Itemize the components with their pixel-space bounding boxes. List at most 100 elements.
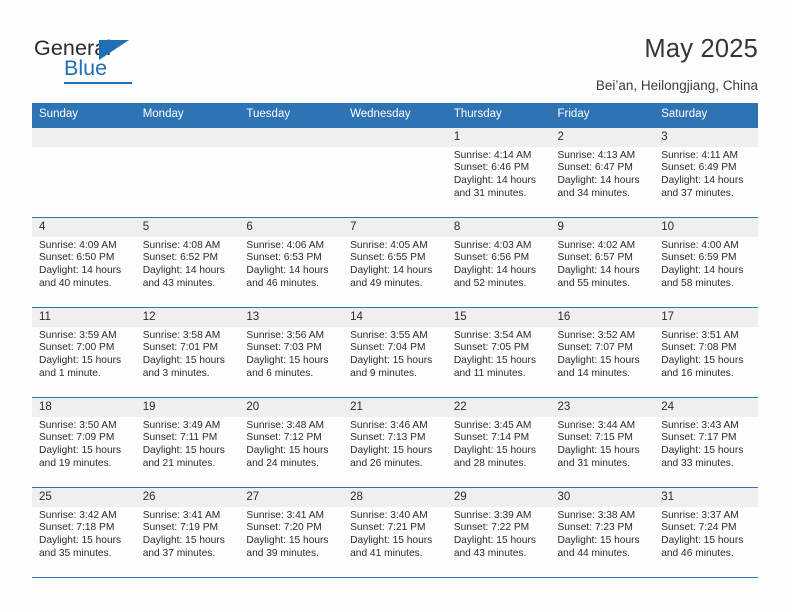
calendar-day-cell[interactable]: 10 Sunrise: 4:00 AM Sunset: 6:59 PM Dayligh… <box>654 216 758 307</box>
calendar-day-cell[interactable]: 19 Sunrise: 3:49 AM Sunset: 7:11 PM Dayligh… <box>135 396 240 487</box>
calendar-day-cell[interactable]: 23 Sunrise: 3:44 AM Sunset: 7:15 PM Dayligh… <box>550 396 655 487</box>
day-number: 3 <box>654 127 758 147</box>
day-number <box>135 127 240 147</box>
daylight-duration-line1: Daylight: 15 hours <box>350 354 433 366</box>
calendar-day-cell[interactable]: 29 Sunrise: 3:39 AM Sunset: 7:22 PM Dayligh… <box>446 486 551 578</box>
day-sun-info: Sunrise: 4:13 AM Sunset: 6:47 PM Daylight:… <box>551 147 655 201</box>
sunrise-time: Sunrise: 3:52 AM <box>557 329 636 341</box>
daylight-duration-line1: Daylight: 15 hours <box>246 534 329 546</box>
calendar-day-cell[interactable]: 17 Sunrise: 3:51 AM Sunset: 7:08 PM Dayligh… <box>654 306 758 397</box>
daylight-duration-line1: Daylight: 15 hours <box>142 534 225 546</box>
calendar-day-cell[interactable]: 27 Sunrise: 3:41 AM Sunset: 7:20 PM Dayligh… <box>239 486 344 578</box>
calendar-day-cell[interactable]: 16 Sunrise: 3:52 AM Sunset: 7:07 PM Dayligh… <box>550 306 655 397</box>
day-sun-info: Sunrise: 3:41 AM Sunset: 7:20 PM Daylight:… <box>239 507 343 561</box>
calendar-day-cell[interactable]: 22 Sunrise: 3:45 AM Sunset: 7:14 PM Dayligh… <box>446 396 551 487</box>
daylight-duration-line2: and 34 minutes. <box>557 187 631 199</box>
daylight-duration-line2: and 52 minutes. <box>453 277 527 289</box>
sunrise-time: Sunrise: 3:50 AM <box>39 419 117 431</box>
calendar-day-cell[interactable]: 11 Sunrise: 3:59 AM Sunset: 7:00 PM Dayligh… <box>32 306 136 397</box>
sunrise-time: Sunrise: 4:08 AM <box>142 239 221 251</box>
day-number: 14 <box>343 307 447 327</box>
calendar-day-cell[interactable]: 12 Sunrise: 3:58 AM Sunset: 7:01 PM Dayligh… <box>135 306 240 397</box>
daylight-duration-line1: Daylight: 14 hours <box>661 174 744 186</box>
day-sun-info: Sunrise: 4:02 AM Sunset: 6:57 PM Daylight:… <box>551 237 655 291</box>
daylight-duration-line1: Daylight: 15 hours <box>557 354 640 366</box>
calendar-day-cell[interactable]: 25 Sunrise: 3:42 AM Sunset: 7:18 PM Dayligh… <box>32 486 136 578</box>
daylight-duration-line2: and 26 minutes. <box>350 457 423 469</box>
sunrise-time: Sunrise: 3:45 AM <box>453 419 532 431</box>
daylight-duration-line1: Daylight: 15 hours <box>39 354 122 366</box>
calendar-day-cell[interactable]: 8 Sunrise: 4:03 AM Sunset: 6:56 PM Daylight… <box>446 216 551 307</box>
daylight-duration-line1: Daylight: 14 hours <box>350 264 433 276</box>
daylight-duration-line2: and 14 minutes. <box>557 367 631 379</box>
calendar-day-cell[interactable]: 2 Sunrise: 4:13 AM Sunset: 6:47 PM Daylight… <box>550 126 655 217</box>
sunrise-time: Sunrise: 3:43 AM <box>661 419 739 431</box>
daylight-duration-line2: and 31 minutes. <box>453 187 527 199</box>
general-blue-logo[interactable]: General Blue <box>34 36 184 88</box>
daylight-duration-line2: and 43 minutes. <box>453 547 527 559</box>
sunrise-time: Sunrise: 4:09 AM <box>39 239 117 251</box>
daylight-duration-line1: Daylight: 15 hours <box>557 444 640 456</box>
day-sun-info: Sunrise: 4:05 AM Sunset: 6:55 PM Daylight:… <box>343 237 447 291</box>
day-sun-info: Sunrise: 3:55 AM Sunset: 7:04 PM Daylight:… <box>343 327 447 381</box>
sunset-time: Sunset: 7:08 PM <box>661 342 737 354</box>
calendar-body: 1 Sunrise: 4:14 AM Sunset: 6:46 PM Daylight… <box>32 126 758 578</box>
logo-underline <box>64 82 132 84</box>
daylight-duration-line1: Daylight: 14 hours <box>453 174 536 186</box>
calendar-day-cell[interactable]: 6 Sunrise: 4:06 AM Sunset: 6:53 PM Daylight… <box>239 216 344 307</box>
calendar-day-cell[interactable]: 14 Sunrise: 3:55 AM Sunset: 7:04 PM Dayligh… <box>343 306 447 397</box>
weekday-header-tuesday: Tuesday <box>239 103 344 127</box>
calendar-day-cell[interactable]: 30 Sunrise: 3:38 AM Sunset: 7:23 PM Dayligh… <box>550 486 655 578</box>
sunset-time: Sunset: 7:23 PM <box>557 522 633 534</box>
page-title: May 2025 <box>644 35 758 63</box>
sunset-time: Sunset: 6:46 PM <box>453 162 530 174</box>
calendar-day-cell[interactable]: 7 Sunrise: 4:05 AM Sunset: 6:55 PM Daylight… <box>343 216 447 307</box>
daylight-duration-line2: and 46 minutes. <box>246 277 319 289</box>
calendar-day-cell[interactable]: 13 Sunrise: 3:56 AM Sunset: 7:03 PM Dayligh… <box>239 306 344 397</box>
day-sun-info: Sunrise: 3:59 AM Sunset: 7:00 PM Daylight:… <box>32 327 136 381</box>
calendar-day-cell[interactable]: 15 Sunrise: 3:54 AM Sunset: 7:05 PM Dayligh… <box>446 306 551 397</box>
day-number: 12 <box>135 307 240 327</box>
day-number: 18 <box>32 397 136 417</box>
calendar-day-cell[interactable]: 24 Sunrise: 3:43 AM Sunset: 7:17 PM Dayligh… <box>654 396 758 487</box>
sunset-time: Sunset: 6:53 PM <box>246 252 322 264</box>
weekday-header-saturday: Saturday <box>654 103 758 127</box>
daylight-duration-line1: Daylight: 15 hours <box>661 444 744 456</box>
daylight-duration-line1: Daylight: 14 hours <box>661 264 744 276</box>
calendar-day-cell[interactable]: 26 Sunrise: 3:41 AM Sunset: 7:19 PM Dayligh… <box>135 486 240 578</box>
sunrise-time: Sunrise: 3:54 AM <box>453 329 532 341</box>
calendar-day-cell[interactable]: 31 Sunrise: 3:37 AM Sunset: 7:24 PM Dayligh… <box>654 486 758 578</box>
daylight-duration-line2: and 9 minutes. <box>350 367 417 379</box>
calendar-day-cell[interactable]: 4 Sunrise: 4:09 AM Sunset: 6:50 PM Daylight… <box>32 216 136 307</box>
calendar-day-cell-empty <box>239 126 344 217</box>
calendar-day-cell[interactable]: 5 Sunrise: 4:08 AM Sunset: 6:52 PM Daylight… <box>135 216 240 307</box>
calendar-day-cell[interactable]: 20 Sunrise: 3:48 AM Sunset: 7:12 PM Dayligh… <box>239 396 344 487</box>
calendar-day-cell[interactable]: 3 Sunrise: 4:11 AM Sunset: 6:49 PM Daylight… <box>654 126 758 217</box>
daylight-duration-line1: Daylight: 14 hours <box>142 264 225 276</box>
sunrise-time: Sunrise: 3:51 AM <box>661 329 739 341</box>
daylight-duration-line2: and 1 minute. <box>39 367 101 379</box>
calendar-day-cell[interactable]: 18 Sunrise: 3:50 AM Sunset: 7:09 PM Dayligh… <box>32 396 136 487</box>
daylight-duration-line2: and 46 minutes. <box>661 547 734 559</box>
day-number: 29 <box>446 487 551 507</box>
sunrise-time: Sunrise: 3:42 AM <box>39 509 117 521</box>
weekday-header-row: Sunday Monday Tuesday Wednesday Thursday… <box>32 103 758 127</box>
page-header: General Blue May 2025 Bei’an, Heilongjia… <box>0 0 792 103</box>
daylight-duration-line1: Daylight: 15 hours <box>453 534 536 546</box>
sunrise-time: Sunrise: 3:38 AM <box>557 509 636 521</box>
day-number: 8 <box>446 217 551 237</box>
calendar-day-cell[interactable]: 9 Sunrise: 4:02 AM Sunset: 6:57 PM Daylight… <box>550 216 655 307</box>
calendar-day-cell-empty <box>32 126 136 217</box>
day-sun-info: Sunrise: 4:08 AM Sunset: 6:52 PM Daylight:… <box>136 237 240 291</box>
day-sun-info: Sunrise: 4:00 AM Sunset: 6:59 PM Daylight:… <box>654 237 758 291</box>
sunrise-time: Sunrise: 4:00 AM <box>661 239 739 251</box>
calendar-day-cell[interactable]: 1 Sunrise: 4:14 AM Sunset: 6:46 PM Daylight… <box>446 126 551 217</box>
sunrise-time: Sunrise: 4:02 AM <box>557 239 636 251</box>
sunset-time: Sunset: 7:15 PM <box>557 432 633 444</box>
daylight-duration-line2: and 35 minutes. <box>39 547 112 559</box>
daylight-duration-line2: and 24 minutes. <box>246 457 319 469</box>
daylight-duration-line2: and 31 minutes. <box>557 457 631 469</box>
calendar-week-row: 1 Sunrise: 4:14 AM Sunset: 6:46 PM Daylight… <box>32 126 758 217</box>
calendar-day-cell[interactable]: 21 Sunrise: 3:46 AM Sunset: 7:13 PM Dayligh… <box>343 396 447 487</box>
calendar-day-cell[interactable]: 28 Sunrise: 3:40 AM Sunset: 7:21 PM Dayligh… <box>343 486 447 578</box>
